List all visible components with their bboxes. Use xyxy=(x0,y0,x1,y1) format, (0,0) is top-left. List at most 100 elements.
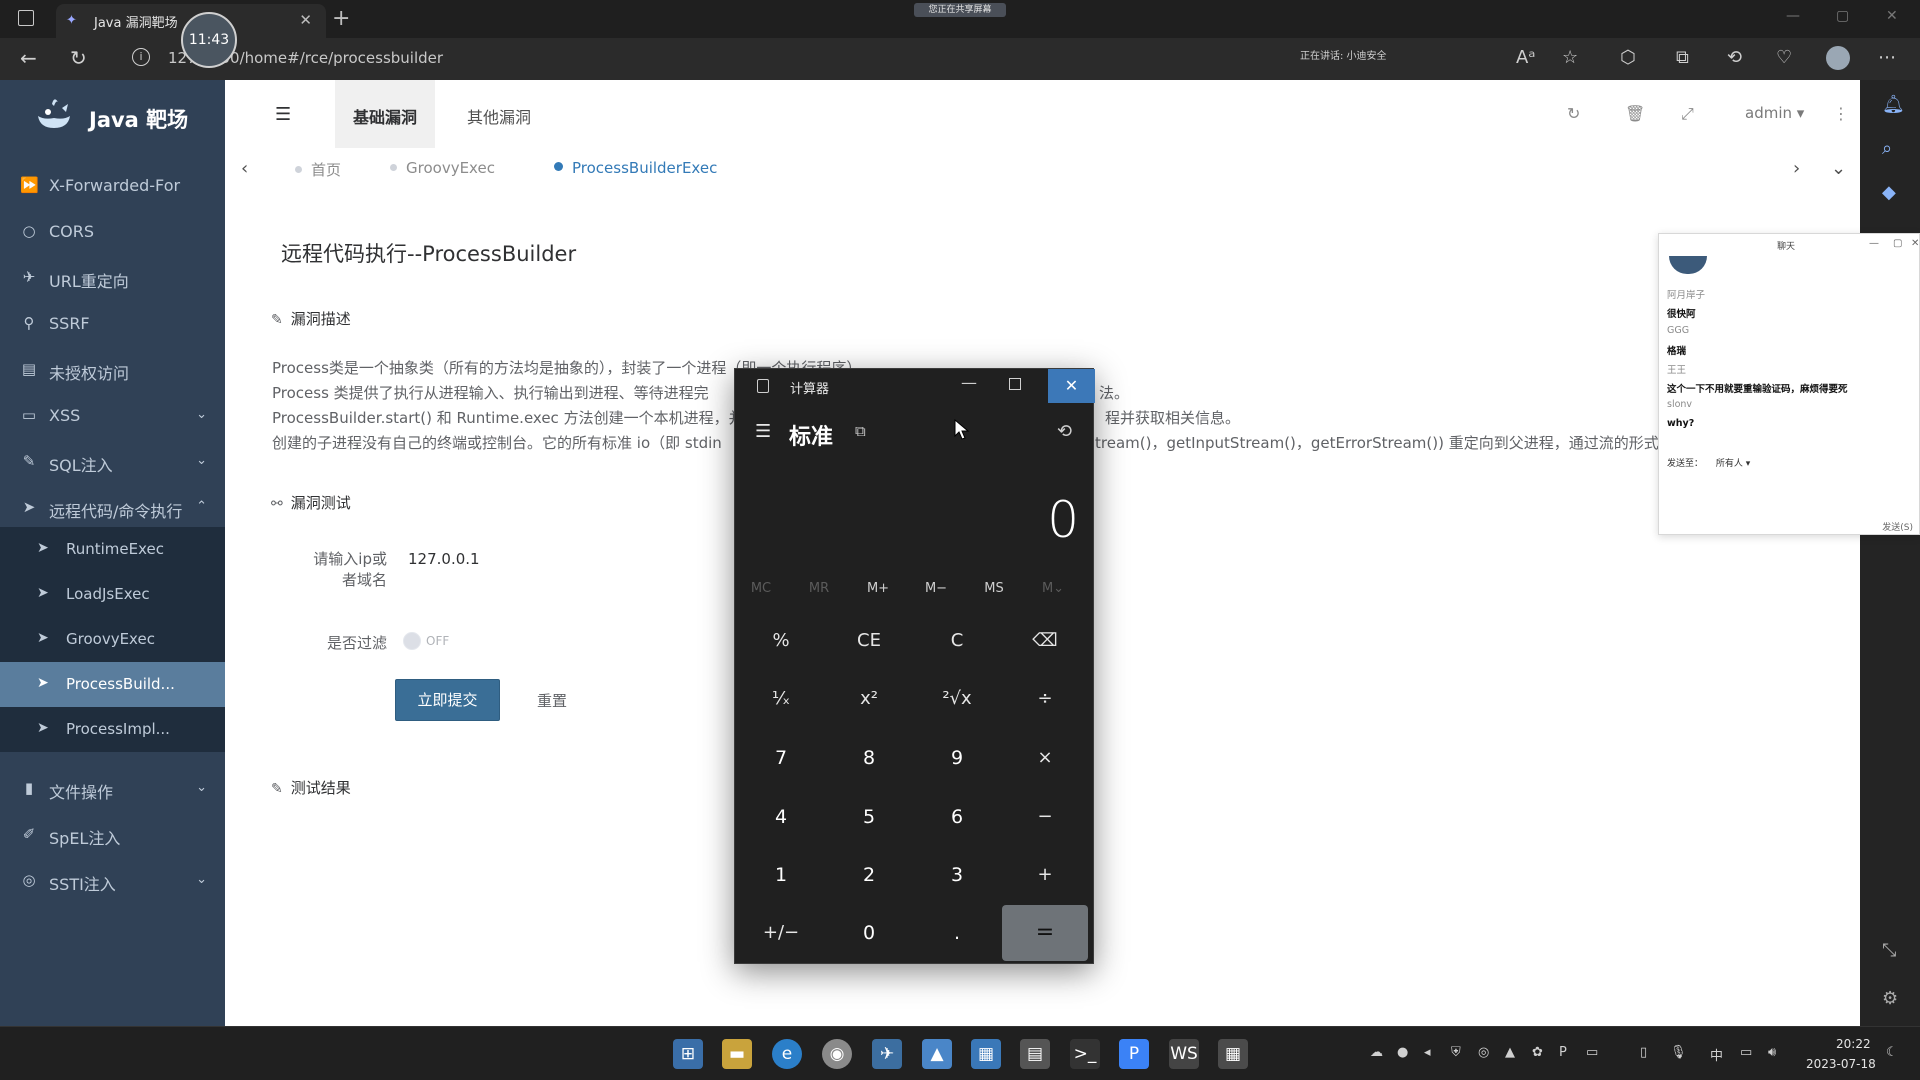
chat-close-icon[interactable]: ✕ xyxy=(1911,238,1919,249)
memory-store-button[interactable]: MS xyxy=(970,581,1018,596)
filter-toggle[interactable] xyxy=(403,632,421,650)
digit-0-key[interactable]: 0 xyxy=(826,905,912,961)
send-to-selector[interactable]: 发送至： 所有人 ▾ xyxy=(1667,456,1750,469)
tag-groovyexec[interactable]: GroovyExec xyxy=(390,159,495,177)
submenu-processimpl[interactable]: ➤ ProcessImpl... xyxy=(0,707,225,752)
refresh-icon[interactable]: ↻ xyxy=(70,46,87,70)
submenu-groovyexec[interactable]: ➤ GroovyExec xyxy=(0,617,225,662)
favorite-star-icon[interactable]: ☆ xyxy=(1562,47,1578,68)
file-explorer-icon[interactable]: ▬ xyxy=(722,1039,752,1069)
square-key[interactable]: x² xyxy=(826,671,912,727)
ip-input[interactable]: 127.0.0.1 xyxy=(408,550,480,568)
tray-time[interactable]: 20:22 xyxy=(1836,1037,1871,1051)
negate-key[interactable]: +/− xyxy=(738,905,824,961)
notification-moon-icon[interactable]: ☾ xyxy=(1886,1045,1898,1060)
rail-search-icon[interactable]: ⌕ xyxy=(1882,138,1892,159)
extensions-icon[interactable]: ⬡ xyxy=(1620,47,1636,68)
divide-key[interactable]: ÷ xyxy=(1002,671,1088,727)
tab-basic-vulns[interactable]: 基础漏洞 xyxy=(335,80,436,148)
digit-8-key[interactable]: 8 xyxy=(826,730,912,786)
tray-date[interactable]: 2023-07-18 xyxy=(1806,1057,1876,1071)
tray-icon[interactable]: ✿ xyxy=(1532,1045,1543,1060)
tray-icon[interactable]: ◂ xyxy=(1424,1045,1431,1060)
read-aloud-icon[interactable]: Aᵃ xyxy=(1516,47,1535,68)
tag-home[interactable]: 首页 xyxy=(295,159,341,180)
tray-icon[interactable]: ▭ xyxy=(1586,1045,1598,1060)
settings-gear-icon[interactable]: ⚙ xyxy=(1882,988,1898,1009)
terminal-icon[interactable]: >_ xyxy=(1070,1039,1100,1069)
tray-icon[interactable]: ● xyxy=(1397,1045,1408,1060)
calculator-close-icon[interactable]: ✕ xyxy=(1048,369,1095,403)
profile-avatar[interactable] xyxy=(1826,46,1850,70)
hamburger-icon[interactable]: ☰ xyxy=(275,104,291,125)
digit-1-key[interactable]: 1 xyxy=(738,847,824,903)
memory-add-button[interactable]: M+ xyxy=(854,581,902,596)
memory-clear-button[interactable]: MC xyxy=(737,581,785,596)
submenu-loadjsexec[interactable]: ➤ LoadJsExec xyxy=(0,572,225,617)
calculator-history-icon[interactable]: ⟲ xyxy=(1057,421,1072,442)
photos-icon[interactable]: ▦ xyxy=(971,1039,1001,1069)
start-icon[interactable]: ⊞ xyxy=(673,1039,703,1069)
square-root-key[interactable]: ²√x xyxy=(914,671,1000,727)
calculator-minimize-icon[interactable]: — xyxy=(961,373,977,392)
multiply-key[interactable]: × xyxy=(1002,730,1088,786)
digit-7-key[interactable]: 7 xyxy=(738,730,824,786)
new-tab-icon[interactable]: + xyxy=(332,6,350,31)
microphone-icon[interactable]: 🎙︎ xyxy=(1670,1045,1687,1060)
tray-icon[interactable]: ▲ xyxy=(1505,1045,1515,1060)
chat-send-button[interactable]: 发送(S) xyxy=(1882,520,1913,533)
submenu-processbuilder[interactable]: ➤ ProcessBuild... xyxy=(0,662,225,707)
calculator-taskbar-icon[interactable]: ▦ xyxy=(1218,1039,1248,1069)
decimal-key[interactable]: . xyxy=(914,905,1000,961)
percent-key[interactable]: % xyxy=(738,613,824,669)
submit-button[interactable]: 立即提交 xyxy=(395,679,500,721)
tray-icon[interactable]: ☁ xyxy=(1370,1045,1383,1060)
backspace-key[interactable]: ⌫ xyxy=(1002,613,1088,669)
history-icon[interactable]: ⟲ xyxy=(1727,47,1742,68)
chrome-icon[interactable]: ◉ xyxy=(822,1039,852,1069)
digit-6-key[interactable]: 6 xyxy=(914,789,1000,845)
screenshot-icon[interactable]: ⤡ xyxy=(1882,940,1896,961)
notification-bell-icon[interactable]: 🔔︎ xyxy=(1882,94,1905,115)
digit-9-key[interactable]: 9 xyxy=(914,730,1000,786)
ime-indicator[interactable]: 中 xyxy=(1710,1045,1723,1064)
tags-scroll-left-icon[interactable]: ‹ xyxy=(241,158,248,179)
volume-icon[interactable]: 🔊︎ xyxy=(1768,1045,1776,1060)
user-dropdown[interactable]: admin ▾ xyxy=(1745,104,1804,122)
tray-icon[interactable]: P xyxy=(1559,1045,1567,1060)
tray-shield-icon[interactable]: ⛨ xyxy=(1451,1045,1461,1060)
chat-minimize-icon[interactable]: — xyxy=(1869,238,1879,249)
calculator-titlebar[interactable]: 计算器 — ✕ xyxy=(735,369,1095,403)
equals-key[interactable]: = xyxy=(1002,905,1088,961)
rail-tag-icon[interactable]: ◆ xyxy=(1882,182,1896,203)
digit-3-key[interactable]: 3 xyxy=(914,847,1000,903)
sidebar-toggle-icon[interactable] xyxy=(18,10,34,26)
edge-browser-icon[interactable]: e xyxy=(772,1039,802,1069)
network-icon[interactable]: ▭ xyxy=(1740,1045,1752,1060)
refresh-page-icon[interactable]: ↻ xyxy=(1567,104,1580,123)
calculator-menu-icon[interactable]: ☰ xyxy=(755,421,771,442)
digit-2-key[interactable]: 2 xyxy=(826,847,912,903)
collections-icon[interactable]: ⧉ xyxy=(1676,47,1689,68)
fullscreen-icon[interactable]: ⤢ xyxy=(1681,104,1694,124)
more-menu-icon[interactable]: ⋯ xyxy=(1878,47,1896,68)
tray-icon[interactable]: ◎ xyxy=(1478,1045,1489,1060)
p-app-icon[interactable]: P xyxy=(1119,1039,1149,1069)
subtract-key[interactable]: − xyxy=(1002,789,1088,845)
back-icon[interactable]: ← xyxy=(20,46,37,70)
calculator-maximize-icon[interactable] xyxy=(1009,378,1021,390)
memory-subtract-button[interactable]: M− xyxy=(912,581,960,596)
digit-4-key[interactable]: 4 xyxy=(738,789,824,845)
keep-on-top-icon[interactable]: ⧉ xyxy=(855,422,866,440)
reset-button[interactable]: 重置 xyxy=(537,690,567,711)
close-window-icon[interactable]: ✕ xyxy=(1886,8,1898,24)
clear-key[interactable]: C xyxy=(914,613,1000,669)
memory-list-button[interactable]: M⌄ xyxy=(1029,581,1077,596)
app-shield-icon[interactable]: ▲ xyxy=(922,1039,952,1069)
site-info-icon[interactable]: i xyxy=(132,48,150,66)
tab-other-vulns[interactable]: 其他漏洞 xyxy=(449,80,549,148)
tags-dropdown-icon[interactable]: ⌄ xyxy=(1831,158,1846,179)
chat-maximize-icon[interactable]: ▢ xyxy=(1893,238,1902,249)
clear-entry-key[interactable]: CE xyxy=(826,613,912,669)
digit-5-key[interactable]: 5 xyxy=(826,789,912,845)
